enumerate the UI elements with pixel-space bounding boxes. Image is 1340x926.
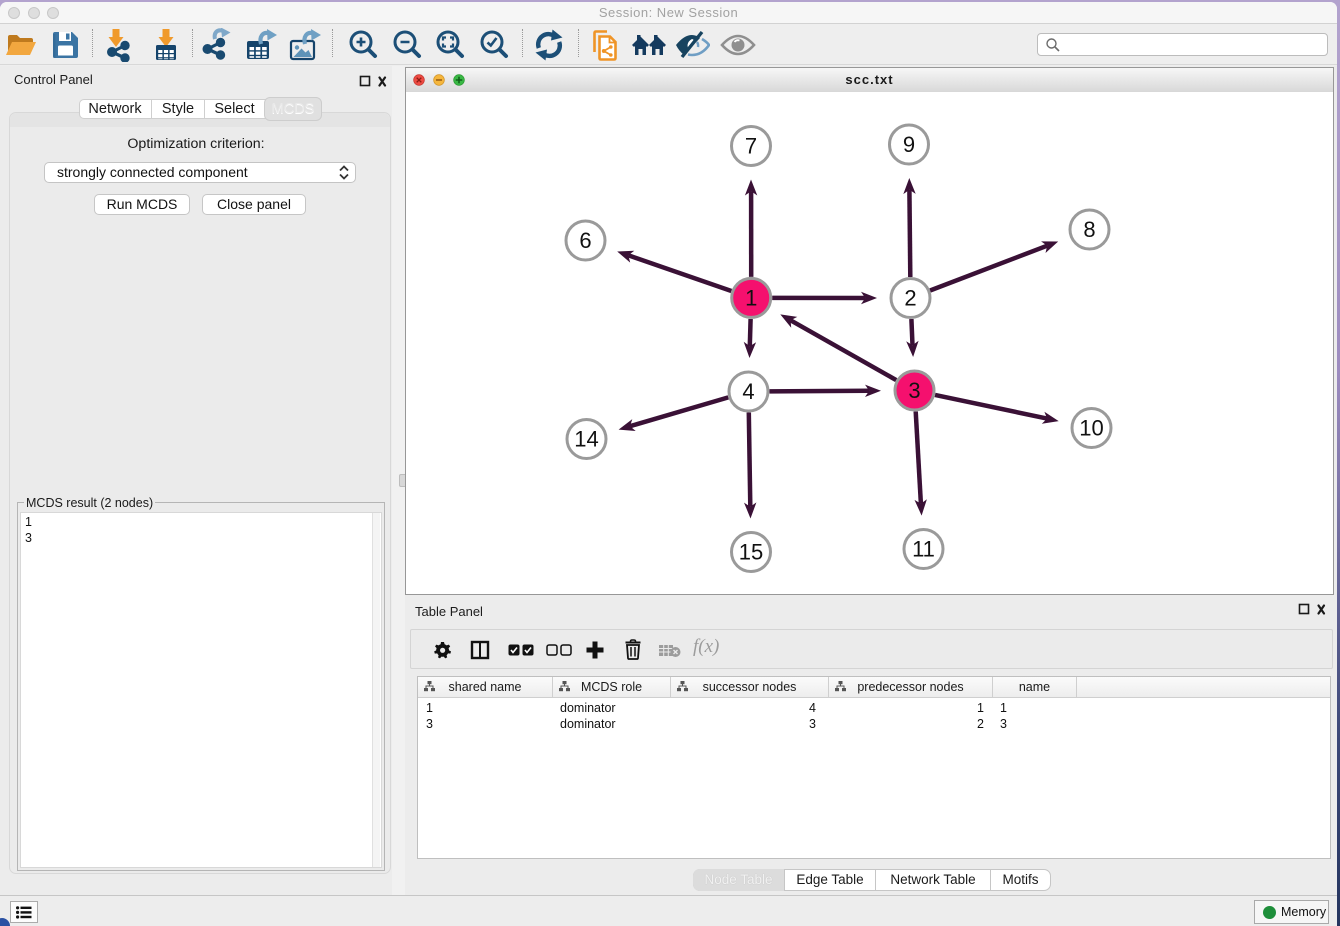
svg-text:10: 10 <box>1079 416 1103 441</box>
svg-text:9: 9 <box>903 132 915 157</box>
svg-text:14: 14 <box>574 427 598 452</box>
svg-text:3: 3 <box>908 378 920 403</box>
svg-text:15: 15 <box>739 540 763 565</box>
svg-text:4: 4 <box>742 379 754 404</box>
svg-text:6: 6 <box>579 228 591 253</box>
svg-text:2: 2 <box>904 286 916 311</box>
svg-text:11: 11 <box>912 537 935 562</box>
svg-text:7: 7 <box>745 134 757 159</box>
svg-text:1: 1 <box>745 285 757 310</box>
svg-text:8: 8 <box>1083 217 1095 242</box>
